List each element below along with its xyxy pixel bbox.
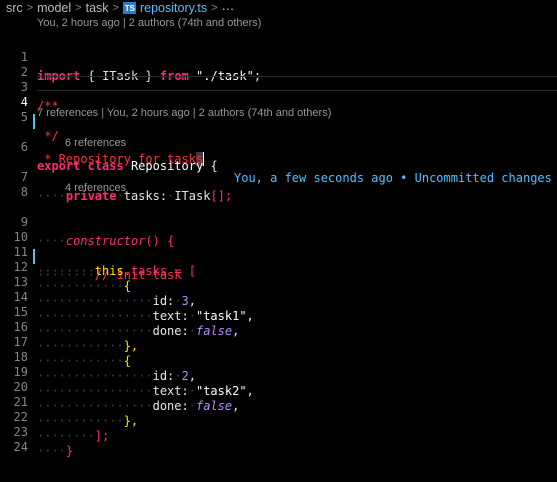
- chevron-right-icon: >: [26, 2, 34, 14]
- code-line[interactable]: 10 ········// init task: [0, 211, 557, 282]
- codelens-references[interactable]: 6 references: [0, 136, 557, 151]
- code-line[interactable]: 15 ················done:·false,: [0, 286, 557, 338]
- line-number: 24: [13, 440, 28, 454]
- code-line[interactable]: 19 ················text:·"task2",: [0, 346, 557, 398]
- code-line[interactable]: 13 ················id:·3,: [0, 256, 557, 308]
- code-line[interactable]: 11 ········this.tasks = [: [0, 226, 557, 278]
- typescript-file-icon: TS: [122, 2, 136, 14]
- codelens-references[interactable]: 7 references | You, 2 hours ago | 2 auth…: [0, 106, 557, 121]
- codelens-authors[interactable]: You, 2 hours ago | 2 authors (74th and o…: [0, 16, 557, 31]
- current-line-highlight: [37, 76, 557, 91]
- code-line[interactable]: 6 export class Repository {: [0, 121, 557, 173]
- code-line[interactable]: 23 ····}: [0, 406, 557, 458]
- code-line[interactable]: 16 ············},: [0, 301, 557, 353]
- code-line[interactable]: 9 ····constructor() {: [0, 196, 557, 248]
- breadcrumb-item-task[interactable]: task: [86, 1, 109, 15]
- chevron-right-icon: >: [211, 2, 218, 14]
- code-line[interactable]: 24: [0, 421, 557, 454]
- code-line[interactable]: 7 ····private·tasks:·ITask[];: [0, 151, 557, 203]
- breadcrumb-item-src[interactable]: src: [6, 1, 23, 15]
- code-line[interactable]: 14 ················text:·"task1",: [0, 271, 557, 323]
- breadcrumb-more-icon[interactable]: ⋯: [222, 1, 235, 16]
- code-line[interactable]: 18 ················id:·2,: [0, 331, 557, 383]
- code-line[interactable]: 8: [0, 166, 557, 199]
- code-line[interactable]: 1 import { ITask } from "./task";: [0, 31, 557, 83]
- code-line[interactable]: 22 ········];: [0, 391, 557, 443]
- code-line[interactable]: 17 ············{: [0, 316, 557, 368]
- code-line[interactable]: 12 ············{: [0, 241, 557, 293]
- code-line[interactable]: 2: [0, 46, 557, 79]
- breadcrumb: src > model > task > TS repository.ts > …: [6, 0, 234, 16]
- breadcrumb-item-file[interactable]: repository.ts: [140, 1, 207, 15]
- code-line[interactable]: 3 /**: [0, 61, 557, 113]
- code-line[interactable]: 21 ············},: [0, 376, 557, 428]
- breadcrumb-item-model[interactable]: model: [37, 1, 71, 15]
- code-line-current[interactable]: 4 * Repository for tasks You, a few seco…: [0, 76, 557, 185]
- chevron-right-icon: >: [75, 2, 82, 14]
- chevron-right-icon: >: [112, 2, 119, 14]
- code-editor[interactable]: You, 2 hours ago | 2 authors (74th and o…: [0, 16, 557, 458]
- code-line[interactable]: 5 */: [0, 91, 557, 143]
- code-line[interactable]: 20 ················done:·false,: [0, 361, 557, 413]
